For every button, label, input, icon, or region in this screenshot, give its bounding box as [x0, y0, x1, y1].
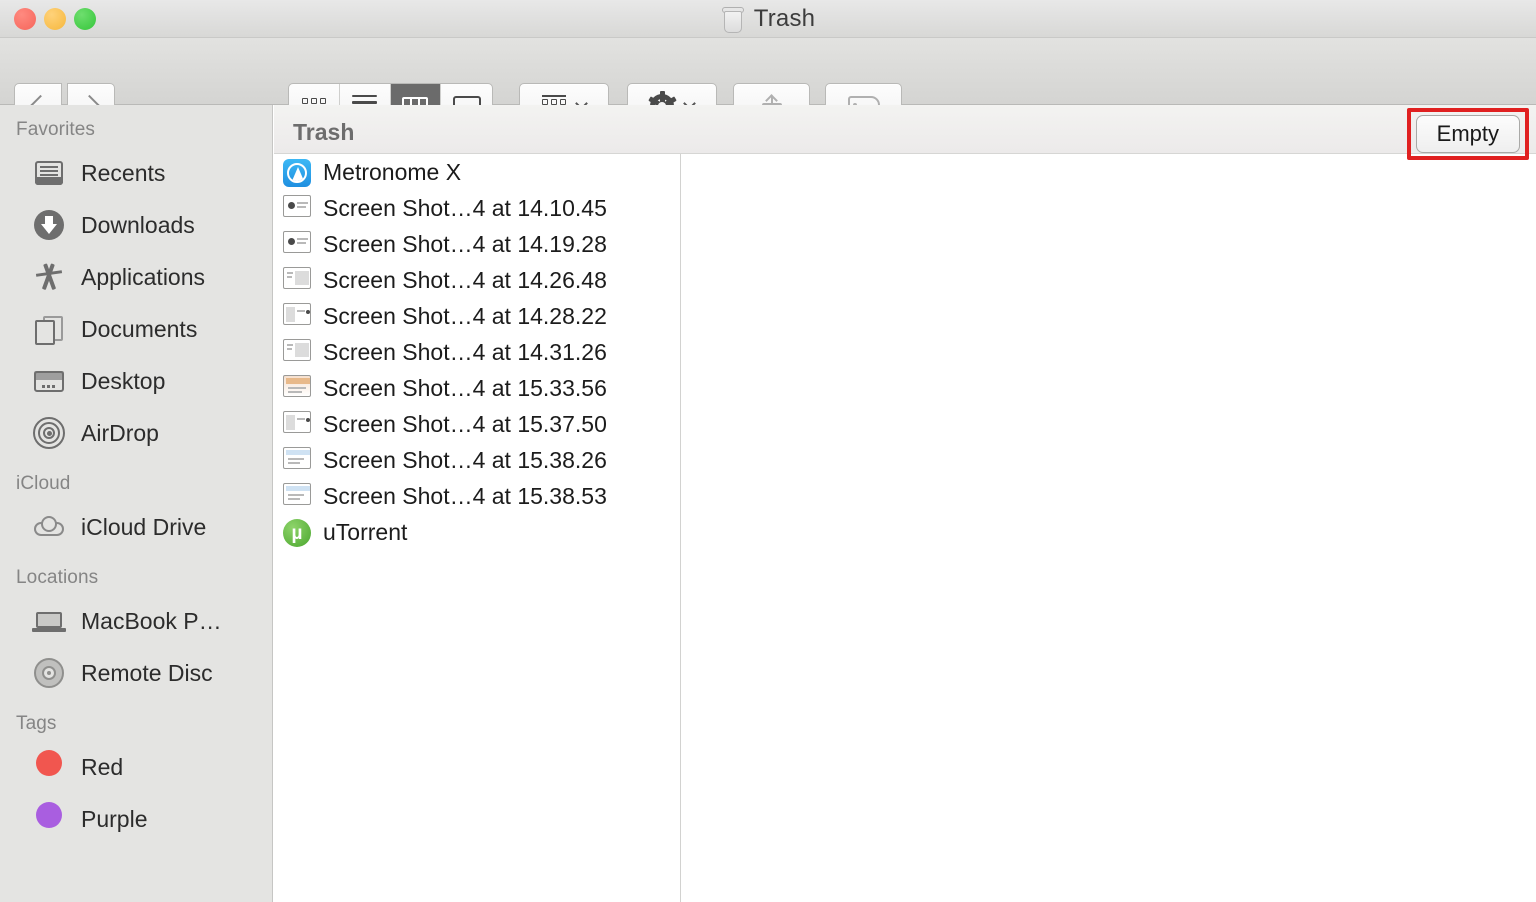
- applications-icon: [32, 260, 66, 294]
- airdrop-icon: [32, 416, 66, 450]
- sidebar[interactable]: Favorites Recents Downloads Applications…: [0, 105, 273, 902]
- sidebar-item-desktop[interactable]: Desktop: [0, 355, 272, 407]
- window-title: Trash: [0, 0, 1536, 38]
- file-list-item[interactable]: µ uTorrent: [274, 514, 680, 550]
- sidebar-item-documents[interactable]: Documents: [0, 303, 272, 355]
- recents-icon: [32, 156, 66, 190]
- macbook-icon: [32, 604, 66, 638]
- sidebar-item-label: Documents: [81, 315, 198, 342]
- sidebar-item-label: Applications: [81, 263, 206, 290]
- window-title-bar: Trash: [0, 0, 1536, 38]
- screenshot-thumbnail-icon: [283, 411, 313, 437]
- tag-dot-icon: [32, 750, 66, 784]
- empty-button-container: Empty: [1406, 108, 1529, 160]
- file-name-label: Screen Shot…4 at 15.38.26: [323, 446, 607, 473]
- sidebar-section-locations-header: Locations: [16, 567, 99, 588]
- window-title-label: Trash: [753, 5, 816, 32]
- file-name-label: Screen Shot…4 at 15.37.50: [323, 410, 607, 437]
- highlight-box: Empty: [1406, 108, 1529, 160]
- screenshot-thumbnail-icon: [283, 195, 313, 221]
- sidebar-item-label: Desktop: [81, 367, 166, 394]
- sidebar-item-applications[interactable]: Applications: [0, 251, 272, 303]
- file-list-item[interactable]: Metronome X: [274, 154, 680, 190]
- downloads-icon: [32, 208, 66, 242]
- sidebar-item-tag-purple[interactable]: Purple: [0, 793, 272, 845]
- file-name-label: uTorrent: [323, 518, 408, 545]
- sidebar-section-favorites-header: Favorites: [16, 119, 96, 140]
- sidebar-item-label: Red: [81, 753, 124, 780]
- file-name-label: Screen Shot…4 at 14.10.45: [323, 194, 607, 221]
- file-name-label: Screen Shot…4 at 15.33.56: [323, 374, 607, 401]
- sidebar-section-tags-header: Tags: [16, 713, 57, 734]
- file-list-item[interactable]: Screen Shot…4 at 15.37.50: [274, 406, 680, 442]
- file-list-item[interactable]: Screen Shot…4 at 15.38.53: [274, 478, 680, 514]
- sidebar-item-label: Remote Disc: [81, 659, 213, 686]
- icloud-drive-icon: [32, 510, 66, 544]
- file-list-item[interactable]: Screen Shot…4 at 14.26.48: [274, 262, 680, 298]
- sidebar-item-label: Recents: [81, 159, 166, 186]
- screenshot-thumbnail-icon: [283, 483, 313, 509]
- sidebar-item-label: Downloads: [81, 211, 195, 238]
- tag-dot-icon: [32, 802, 66, 836]
- screenshot-thumbnail-icon: [283, 231, 313, 257]
- sidebar-item-label: AirDrop: [81, 419, 159, 446]
- screenshot-thumbnail-icon: [283, 375, 313, 401]
- file-list-column[interactable]: Metronome X Screen Shot…4 at 14.10.45 Scre…: [274, 154, 681, 902]
- sidebar-item-remote-disc[interactable]: Remote Disc: [0, 647, 272, 699]
- screenshot-thumbnail-icon: [283, 447, 313, 473]
- empty-trash-button[interactable]: Empty: [1415, 115, 1520, 153]
- sidebar-item-label: MacBook P…: [81, 607, 222, 634]
- file-name-label: Metronome X: [323, 158, 462, 185]
- file-name-label: Screen Shot…4 at 14.31.26: [323, 338, 607, 365]
- file-list-item[interactable]: Screen Shot…4 at 15.33.56: [274, 370, 680, 406]
- file-list-item[interactable]: Screen Shot…4 at 14.31.26: [274, 334, 680, 370]
- disc-icon: [32, 656, 66, 690]
- file-name-label: Screen Shot…4 at 14.19.28: [323, 230, 607, 257]
- sidebar-item-tag-red[interactable]: Red: [0, 741, 272, 793]
- file-list-item[interactable]: Screen Shot…4 at 15.38.26: [274, 442, 680, 478]
- sidebar-item-recents[interactable]: Recents: [0, 147, 272, 199]
- sidebar-item-icloud-drive[interactable]: iCloud Drive: [0, 501, 272, 553]
- file-list-item[interactable]: Screen Shot…4 at 14.19.28: [274, 226, 680, 262]
- sidebar-item-label: Purple: [81, 805, 148, 832]
- path-bar: Trash Empty: [274, 105, 1536, 160]
- file-list-item[interactable]: Screen Shot…4 at 14.10.45: [274, 190, 680, 226]
- metronome-app-icon: [283, 159, 313, 187]
- screenshot-thumbnail-icon: [283, 303, 313, 329]
- path-bar-title: Trash: [293, 119, 355, 145]
- screenshot-thumbnail-icon: [283, 339, 313, 365]
- sidebar-item-downloads[interactable]: Downloads: [0, 199, 272, 251]
- sidebar-item-macbook-pro[interactable]: MacBook P…: [0, 595, 272, 647]
- file-name-label: Screen Shot…4 at 14.28.22: [323, 302, 607, 329]
- screenshot-thumbnail-icon: [283, 267, 313, 293]
- desktop-icon: [32, 364, 66, 398]
- sidebar-item-label: iCloud Drive: [81, 513, 207, 540]
- file-name-label: Screen Shot…4 at 15.38.53: [323, 482, 607, 509]
- utorrent-app-icon: µ: [283, 519, 313, 547]
- trash-icon: [721, 5, 745, 33]
- sidebar-item-airdrop[interactable]: AirDrop: [0, 407, 272, 459]
- file-name-label: Screen Shot…4 at 14.26.48: [323, 266, 607, 293]
- sidebar-section-icloud-header: iCloud: [16, 473, 71, 494]
- file-list-item[interactable]: Screen Shot…4 at 14.28.22: [274, 298, 680, 334]
- documents-icon: [32, 312, 66, 346]
- toolbar: [0, 38, 1536, 128]
- content-area: Trash Empty Metronome X Screen Shot…4 at …: [274, 105, 1536, 902]
